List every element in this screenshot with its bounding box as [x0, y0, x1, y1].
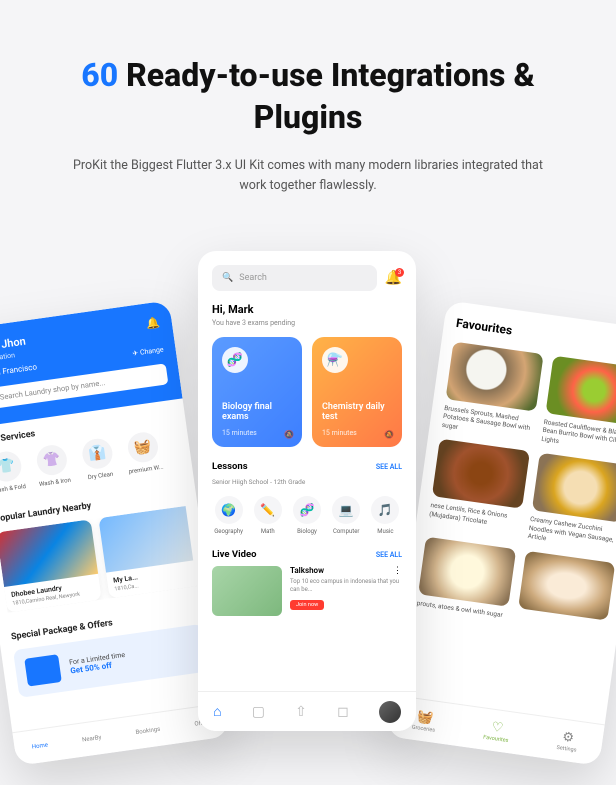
exam-card[interactable]: 🧬 Biology final exams 15 minutes 🔕 [212, 337, 302, 447]
nav-home-icon[interactable]: ⌂ [213, 703, 221, 720]
mute-icon: 🔕 [284, 430, 294, 439]
recipe-image [432, 439, 530, 509]
recipe-card[interactable]: Brussels Sprouts, Mashed Potatoes & Saus… [441, 342, 543, 442]
recipe-image [531, 453, 616, 523]
nav-home[interactable]: Home [31, 742, 48, 751]
recipe-card[interactable]: nese Lentils, Rice & Onions (Mujadara) T… [428, 439, 530, 539]
grade-text: Senior Hiigh School - 12th Grade [212, 478, 402, 486]
gear-icon: ⚙ [557, 729, 579, 747]
phone-laundry: Hello, Jhon Your Location 🔔 📍 San Franci… [0, 300, 230, 766]
exam-card[interactable]: ⚗️ Chemistry daily test 15 minutes 🔕 [312, 337, 402, 447]
nav-favourites[interactable]: ♡Favourites [483, 718, 511, 743]
offer-icon [24, 654, 62, 686]
bottom-nav: ⌂ ▢ ⇧ ◻ [198, 691, 416, 731]
recipe-image [545, 356, 616, 426]
more-icon[interactable]: ⋮ [393, 566, 402, 578]
section-title: Lessons [212, 461, 248, 472]
recipe-card[interactable]: Roasted Cauliflower & Black Bean Burrito… [541, 356, 616, 456]
avatar[interactable] [379, 701, 401, 723]
laundry-card[interactable]: My La...1810,Ca... [98, 506, 196, 598]
video-card[interactable]: Talkshow⋮ Top 10 eco campus in indonesia… [212, 566, 402, 616]
phone-food: Favourites Brussels Sprouts, Mashed Pota… [386, 300, 616, 766]
subject-item[interactable]: 💻Computer [330, 496, 363, 535]
nav-nearby[interactable]: NearBy [82, 734, 102, 744]
notification-button[interactable]: 🔔3 [385, 270, 402, 286]
dna-icon: 🧬 [222, 347, 248, 373]
section-title: Live Video [212, 549, 256, 560]
notification-badge: 3 [395, 268, 404, 277]
phone-education: 🔍Search 🔔3 Hi, Mark You have 3 exams pen… [198, 251, 416, 731]
bottom-nav: 🧺Groceries ♡Favourites ⚙Settings [386, 695, 605, 767]
service-item[interactable]: 👔Dry Clean [77, 436, 120, 482]
see-all-button[interactable]: SEE ALL [376, 551, 402, 559]
hero-section: 60 Ready-to-use Integrations & Plugins P… [0, 0, 616, 226]
search-icon: 🔍 [222, 273, 233, 283]
pending-text: You have 3 exams pending [212, 319, 402, 327]
hero-title: 60 Ready-to-use Integrations & Plugins [60, 55, 556, 138]
service-item[interactable]: 🧺premium W... [122, 430, 165, 476]
bell-icon[interactable]: 🔔 [145, 316, 160, 331]
hero-subtitle: ProKit the Biggest Flutter 3.x UI Kit co… [60, 156, 556, 196]
recipe-image [445, 342, 543, 412]
hero-accent: 60 [81, 56, 118, 94]
recipe-image [418, 536, 516, 606]
join-button[interactable]: Join now [290, 600, 324, 610]
see-all-button[interactable]: SEE ALL [376, 463, 402, 471]
recipe-card[interactable]: Creamy Cashew Zucchini Noodles with Vega… [527, 453, 616, 553]
nav-settings[interactable]: ⚙Settings [556, 729, 579, 754]
flask-icon: ⚗️ [322, 347, 348, 373]
subject-item[interactable]: 🧬Biology [290, 496, 323, 535]
recipe-image [518, 550, 616, 620]
city-selector[interactable]: 📍 San Francisco [0, 363, 38, 381]
service-item[interactable]: 👕Wash & Fold [0, 449, 29, 495]
subject-item[interactable]: 🌍Geography [212, 496, 245, 535]
search-input[interactable]: 🔍Search [212, 265, 377, 291]
nav-bookings[interactable]: Bookings [135, 726, 161, 736]
change-location-button[interactable]: ✈ Change [132, 345, 164, 357]
subject-item[interactable]: 🎵Music [369, 496, 402, 535]
nav-calendar-icon[interactable]: ▢ [252, 704, 265, 720]
greeting: Hi, Mark [212, 303, 402, 316]
nav-chat-icon[interactable]: ◻ [337, 704, 349, 720]
recipe-card[interactable] [516, 550, 616, 633]
video-thumbnail [212, 566, 282, 616]
laundry-card[interactable]: Dhobee Laundry1810,Camino Real, Newyork [0, 519, 102, 612]
subject-item[interactable]: ✏️Math [251, 496, 284, 535]
mute-icon: 🔕 [384, 430, 394, 439]
nav-upload-icon[interactable]: ⇧ [295, 704, 307, 720]
phones-showcase: Hello, Jhon Your Location 🔔 📍 San Franci… [0, 226, 616, 766]
recipe-card[interactable]: prouts, atoes & owl with sugar [416, 536, 516, 619]
service-item[interactable]: 👚Wash & Iron [31, 443, 74, 489]
